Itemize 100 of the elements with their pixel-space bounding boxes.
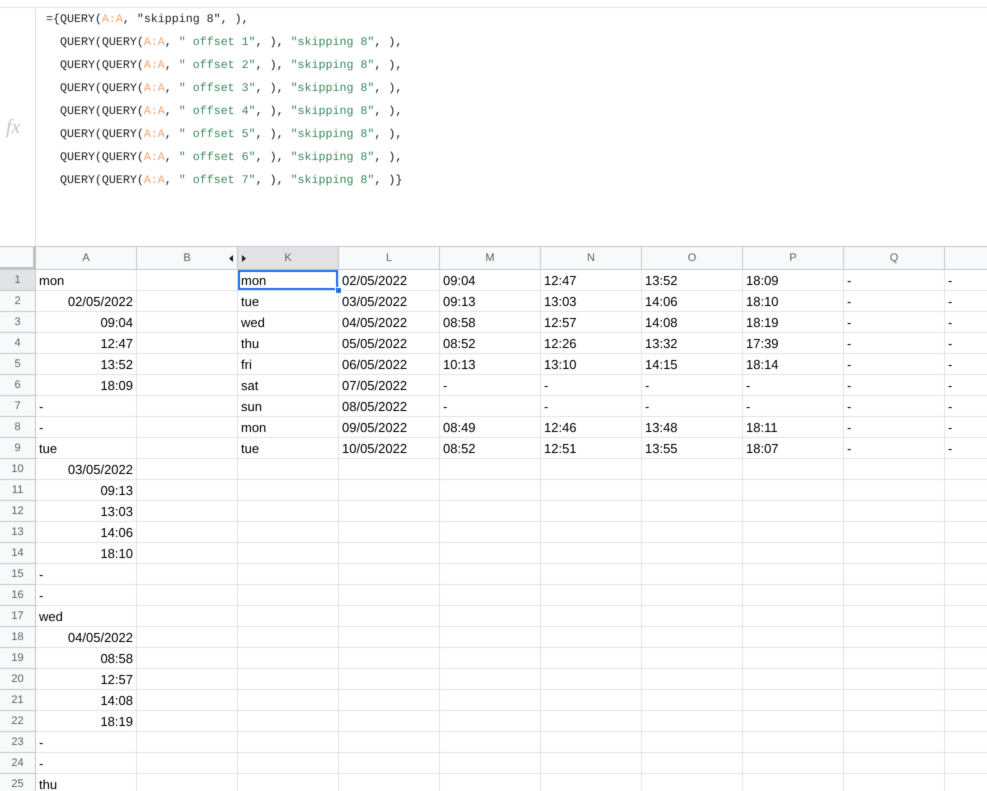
empty-cell[interactable] [642,605,743,626]
table-cell[interactable]: 14:06 [36,521,137,542]
column-header[interactable]: A [36,247,137,269]
table-cell[interactable]: - [844,416,945,437]
empty-cell[interactable] [743,584,844,605]
empty-cell[interactable] [440,605,541,626]
table-cell[interactable]: 13:48 [642,416,743,437]
table-cell[interactable]: - [945,311,987,332]
empty-cell[interactable] [238,731,339,752]
empty-cell[interactable] [137,689,238,710]
table-cell[interactable]: 12:57 [541,311,642,332]
empty-cell[interactable] [137,479,238,500]
corner-cell[interactable] [0,247,36,269]
row-header[interactable]: 19 [0,647,36,668]
empty-cell[interactable] [137,731,238,752]
table-cell[interactable]: wed [238,311,339,332]
column-header[interactable]: Q [844,247,945,269]
empty-cell[interactable] [137,458,238,479]
row-header[interactable]: 2 [0,290,36,311]
empty-cell[interactable] [137,773,238,791]
row-header[interactable]: 14 [0,542,36,563]
empty-cell[interactable] [238,710,339,731]
empty-cell[interactable] [137,290,238,311]
table-cell[interactable]: - [541,374,642,395]
empty-cell[interactable] [541,710,642,731]
empty-cell[interactable] [137,374,238,395]
column-header[interactable]: M [440,247,541,269]
table-cell[interactable]: - [743,374,844,395]
table-cell[interactable]: - [844,437,945,458]
empty-cell[interactable] [844,521,945,542]
table-cell[interactable]: - [36,752,137,773]
empty-cell[interactable] [137,647,238,668]
table-cell[interactable]: 18:07 [743,437,844,458]
table-cell[interactable]: 13:03 [36,500,137,521]
table-cell[interactable]: - [440,395,541,416]
empty-cell[interactable] [541,563,642,584]
empty-cell[interactable] [339,479,440,500]
table-cell[interactable]: 09:04 [440,269,541,290]
table-cell[interactable]: 09:13 [440,290,541,311]
empty-cell[interactable] [137,626,238,647]
table-cell[interactable]: 12:51 [541,437,642,458]
row-header[interactable]: 25 [0,773,36,791]
table-cell[interactable]: - [945,332,987,353]
empty-cell[interactable] [137,269,238,290]
empty-cell[interactable] [642,479,743,500]
empty-cell[interactable] [642,626,743,647]
empty-cell[interactable] [743,689,844,710]
empty-cell[interactable] [137,416,238,437]
empty-cell[interactable] [844,731,945,752]
empty-cell[interactable] [137,437,238,458]
table-cell[interactable]: 18:19 [36,710,137,731]
empty-cell[interactable] [844,626,945,647]
row-header[interactable]: 7 [0,395,36,416]
empty-cell[interactable] [642,458,743,479]
table-cell[interactable]: 08/05/2022 [339,395,440,416]
empty-cell[interactable] [238,500,339,521]
table-cell[interactable]: - [36,584,137,605]
empty-cell[interactable] [844,542,945,563]
table-cell[interactable]: - [945,353,987,374]
empty-cell[interactable] [339,563,440,584]
row-header[interactable]: 23 [0,731,36,752]
empty-cell[interactable] [642,563,743,584]
table-cell[interactable]: - [743,395,844,416]
empty-cell[interactable] [440,500,541,521]
empty-cell[interactable] [642,773,743,791]
empty-cell[interactable] [238,542,339,563]
table-cell[interactable]: tue [36,437,137,458]
empty-cell[interactable] [238,521,339,542]
empty-cell[interactable] [844,458,945,479]
table-cell[interactable]: 08:58 [440,311,541,332]
empty-cell[interactable] [541,689,642,710]
table-cell[interactable]: mon [36,269,137,290]
empty-cell[interactable] [541,647,642,668]
table-cell[interactable]: 02/05/2022 [36,290,137,311]
row-header[interactable]: 1 [0,269,36,290]
table-cell[interactable]: 04/05/2022 [36,626,137,647]
empty-cell[interactable] [440,563,541,584]
table-cell[interactable]: - [36,416,137,437]
empty-cell[interactable] [440,479,541,500]
table-cell[interactable]: 18:14 [743,353,844,374]
table-cell[interactable]: - [844,374,945,395]
table-cell[interactable]: 08:49 [440,416,541,437]
table-cell[interactable]: 12:57 [36,668,137,689]
empty-cell[interactable] [339,458,440,479]
column-header[interactable]: L [339,247,440,269]
empty-cell[interactable] [541,458,642,479]
empty-cell[interactable] [137,500,238,521]
empty-cell[interactable] [844,647,945,668]
table-cell[interactable]: 12:47 [36,332,137,353]
table-cell[interactable]: - [36,563,137,584]
table-cell[interactable]: - [844,290,945,311]
table-cell[interactable]: 08:52 [440,332,541,353]
empty-cell[interactable] [743,458,844,479]
empty-cell[interactable] [137,311,238,332]
empty-cell[interactable] [440,773,541,791]
empty-cell[interactable] [743,542,844,563]
empty-cell[interactable] [137,668,238,689]
table-cell[interactable]: 08:58 [36,647,137,668]
table-cell[interactable]: - [844,353,945,374]
table-cell[interactable]: 13:10 [541,353,642,374]
